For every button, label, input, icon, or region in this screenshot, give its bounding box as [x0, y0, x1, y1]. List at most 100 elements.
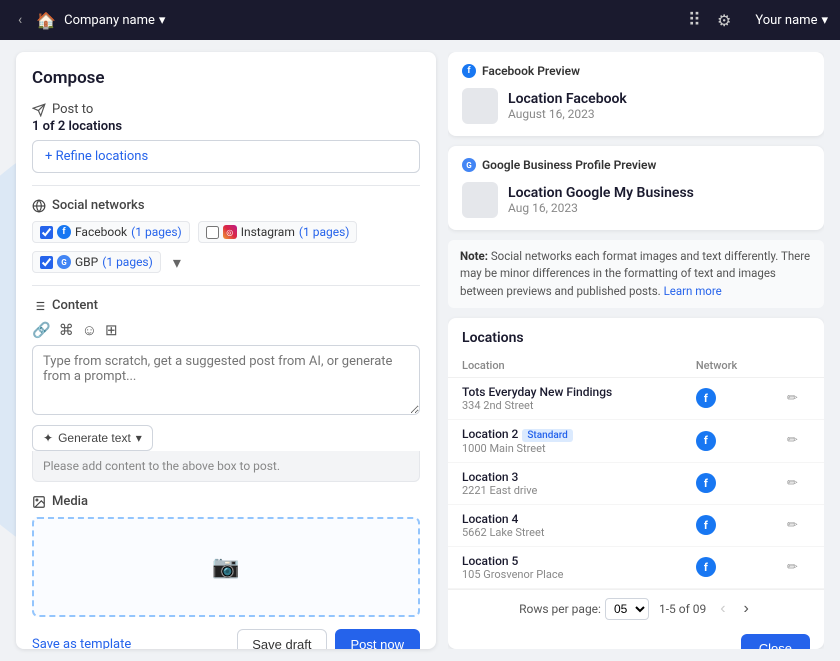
col-edit-header: [773, 354, 824, 378]
location-address: 334 2nd Street: [462, 399, 668, 412]
gbp-chip[interactable]: G GBP (1 pages): [32, 251, 161, 273]
facebook-checkbox[interactable]: [40, 226, 53, 239]
facebook-label: Facebook: [75, 225, 127, 239]
network-fb-icon: f: [696, 388, 716, 408]
facebook-preview-header: f Facebook Preview: [462, 64, 810, 78]
network-cell: f: [682, 462, 773, 504]
grid-icon[interactable]: ⠿: [688, 10, 701, 31]
edit-icon[interactable]: ✏: [787, 391, 798, 406]
rows-per-page-label: Rows per page:: [519, 602, 601, 616]
table-row: Location 4 5662 Lake Street f ✏: [448, 504, 824, 546]
rows-per-page: Rows per page: 05 10 25: [519, 598, 649, 620]
divider-2: [32, 285, 420, 286]
edit-cell[interactable]: ✏: [773, 546, 824, 588]
content-textarea[interactable]: [32, 345, 420, 415]
pagination-next-button[interactable]: ›: [740, 598, 753, 620]
edit-icon[interactable]: ✏: [787, 433, 798, 448]
location-name: Tots Everyday New Findings: [462, 385, 668, 399]
network-cell: f: [682, 377, 773, 419]
edit-cell[interactable]: ✏: [773, 462, 824, 504]
post-now-button[interactable]: Post now: [335, 629, 420, 649]
gbp-location-name: Location Google My Business: [508, 185, 694, 201]
location-cell: Location 4 5662 Lake Street: [448, 504, 682, 546]
location-cell: Tots Everyday New Findings 334 2nd Stree…: [448, 377, 682, 419]
locations-count: 1 of 2 locations: [32, 119, 420, 134]
post-to-section: Post to 1 of 2 locations + Refine locati…: [32, 102, 420, 173]
emoji-icon[interactable]: ☺: [82, 321, 97, 339]
location-address: 1000 Main Street: [462, 442, 668, 455]
top-nav: ‹ 🏠 Company name ▾ ⠿ ⚙ Your name ▾: [0, 0, 840, 40]
instagram-icon: ◎: [223, 225, 237, 239]
pagination-prev-button[interactable]: ‹: [716, 598, 729, 620]
content-toolbar: 🔗 ⌘ ☺ ⊞: [32, 321, 420, 339]
edit-cell[interactable]: ✏: [773, 377, 824, 419]
facebook-chip[interactable]: f Facebook (1 pages): [32, 221, 190, 243]
location-address: 2221 East drive: [462, 484, 668, 497]
location-name: Location 4: [462, 512, 668, 526]
instagram-chip[interactable]: ◎ Instagram (1 pages): [198, 221, 358, 243]
rss-icon[interactable]: ⌘: [59, 321, 74, 339]
gbp-preview-content: Location Google My Business Aug 16, 2023: [462, 182, 810, 218]
learn-more-link[interactable]: Learn more: [664, 284, 722, 298]
bottom-actions: Save as template Save draft Post now: [32, 629, 420, 649]
location-name: Location 2Standard: [462, 427, 668, 442]
locations-table-title: Locations: [448, 318, 824, 354]
generate-text-button[interactable]: ✦ Generate text ▾: [32, 425, 153, 451]
location-cell: Location 3 2221 East drive: [448, 462, 682, 504]
globe-icon: [32, 199, 46, 213]
social-networks-section: Social networks f Facebook (1 pages) ◎ I…: [32, 198, 420, 273]
table-icon[interactable]: ⊞: [105, 321, 118, 339]
facebook-location-name: Location Facebook: [508, 91, 627, 107]
refine-locations-link[interactable]: + Refine locations: [45, 149, 148, 164]
network-cell: f: [682, 504, 773, 546]
network-cell: f: [682, 546, 773, 588]
gear-icon[interactable]: ⚙: [717, 11, 731, 30]
location-address: 105 Grosvenor Place: [462, 568, 668, 581]
gbp-preview-date: Aug 16, 2023: [508, 201, 694, 215]
link-icon[interactable]: 🔗: [32, 321, 51, 339]
locations-table: Location Network Tots Everyday New Findi…: [448, 354, 824, 589]
edit-icon[interactable]: ✏: [787, 518, 798, 533]
user-menu[interactable]: Your name ▾: [755, 13, 828, 28]
media-dropzone[interactable]: 📷: [32, 517, 420, 617]
edit-icon[interactable]: ✏: [787, 560, 798, 575]
network-dropdown-icon[interactable]: ▾: [173, 253, 181, 272]
edit-cell[interactable]: ✏: [773, 504, 824, 546]
note-text: Social networks each format images and t…: [460, 249, 810, 298]
standard-badge: Standard: [522, 429, 572, 442]
edit-cell[interactable]: ✏: [773, 419, 824, 462]
gbp-preview-header: G Google Business Profile Preview: [462, 158, 810, 172]
edit-icon[interactable]: ✏: [787, 476, 798, 491]
instagram-checkbox[interactable]: [206, 226, 219, 239]
close-button[interactable]: Close: [741, 634, 810, 649]
save-template-link[interactable]: Save as template: [32, 637, 131, 649]
back-button[interactable]: ‹: [12, 8, 28, 32]
facebook-preview-avatar: [462, 88, 498, 124]
instagram-pages-link[interactable]: (1 pages): [299, 225, 350, 239]
table-footer: Rows per page: 05 10 25 1-5 of 09 ‹ ›: [448, 589, 824, 628]
save-draft-button[interactable]: Save draft: [237, 629, 326, 649]
gbp-pages-link[interactable]: (1 pages): [102, 255, 153, 269]
network-fb-icon: f: [696, 557, 716, 577]
network-cell: f: [682, 419, 773, 462]
compose-title: Compose: [32, 68, 420, 88]
facebook-preview-card: f Facebook Preview Location Facebook Aug…: [448, 52, 824, 136]
gbp-preview-avatar: [462, 182, 498, 218]
location-address: 5662 Lake Street: [462, 526, 668, 539]
gbp-preview-info: Location Google My Business Aug 16, 2023: [508, 185, 694, 215]
company-label: Company name: [64, 13, 155, 28]
media-icon: [32, 495, 46, 509]
facebook-pages-link[interactable]: (1 pages): [131, 225, 182, 239]
post-to-label: Post to: [32, 102, 420, 117]
right-panel: f Facebook Preview Location Facebook Aug…: [448, 52, 824, 649]
home-icon[interactable]: 🏠: [36, 11, 56, 30]
refine-locations-box[interactable]: + Refine locations: [32, 140, 420, 173]
company-name[interactable]: Company name ▾: [64, 13, 165, 28]
rows-per-page-select[interactable]: 05 10 25: [605, 598, 649, 620]
add-content-notice: Please add content to the above box to p…: [32, 451, 420, 482]
gbp-checkbox[interactable]: [40, 256, 53, 269]
user-name: Your name: [755, 13, 817, 28]
facebook-preview-icon: f: [462, 64, 476, 78]
network-fb-icon: f: [696, 473, 716, 493]
sparkle-icon: ✦: [43, 431, 53, 445]
